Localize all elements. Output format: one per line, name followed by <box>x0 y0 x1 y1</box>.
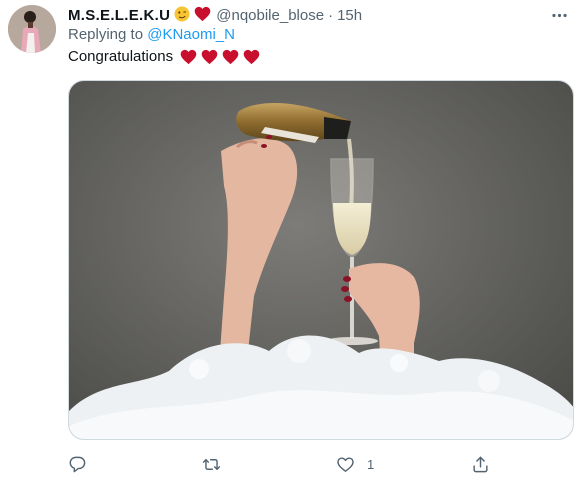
tweet-text: Congratulations <box>68 48 260 65</box>
tweet-media-photo[interactable] <box>68 80 574 440</box>
handle[interactable]: @nqobile_blose <box>216 7 324 24</box>
tweet-actions: 1 <box>68 455 498 483</box>
retweet-button[interactable] <box>202 455 233 474</box>
separator-dot: · <box>328 6 334 24</box>
reply-button[interactable] <box>68 455 99 474</box>
share-icon <box>473 456 488 473</box>
timestamp[interactable]: 15h <box>337 7 362 24</box>
avatar-image <box>8 5 56 53</box>
red-heart-icon <box>180 49 197 64</box>
replying-prefix: Replying to <box>68 26 144 43</box>
like-count: 1 <box>367 457 375 472</box>
more-icon[interactable] <box>549 6 569 24</box>
display-name[interactable]: M.S.E.L.E.K.U <box>68 7 170 24</box>
tweet-text-body: Congratulations <box>68 48 174 65</box>
reply-icon <box>69 456 86 473</box>
red-heart-icon <box>222 49 239 64</box>
champagne-bath-photo <box>69 81 573 439</box>
avatar[interactable] <box>8 5 56 53</box>
retweet-icon <box>202 459 221 470</box>
red-heart-emoji-icon <box>194 6 211 25</box>
replying-to-link[interactable]: @KNaomi_N <box>147 26 235 43</box>
tweet-header: M.S.E.L.E.K.U @nqobile_blose · 15h <box>68 5 362 25</box>
replying-to: Replying to @KNaomi_N <box>68 26 235 43</box>
red-heart-icon <box>243 49 260 64</box>
smirk-face-emoji-icon <box>174 6 190 25</box>
share-button[interactable] <box>471 455 502 474</box>
red-heart-icon <box>201 49 218 64</box>
like-button[interactable]: 1 <box>336 455 374 474</box>
hearts-emojis <box>180 49 260 65</box>
like-icon <box>337 457 354 472</box>
